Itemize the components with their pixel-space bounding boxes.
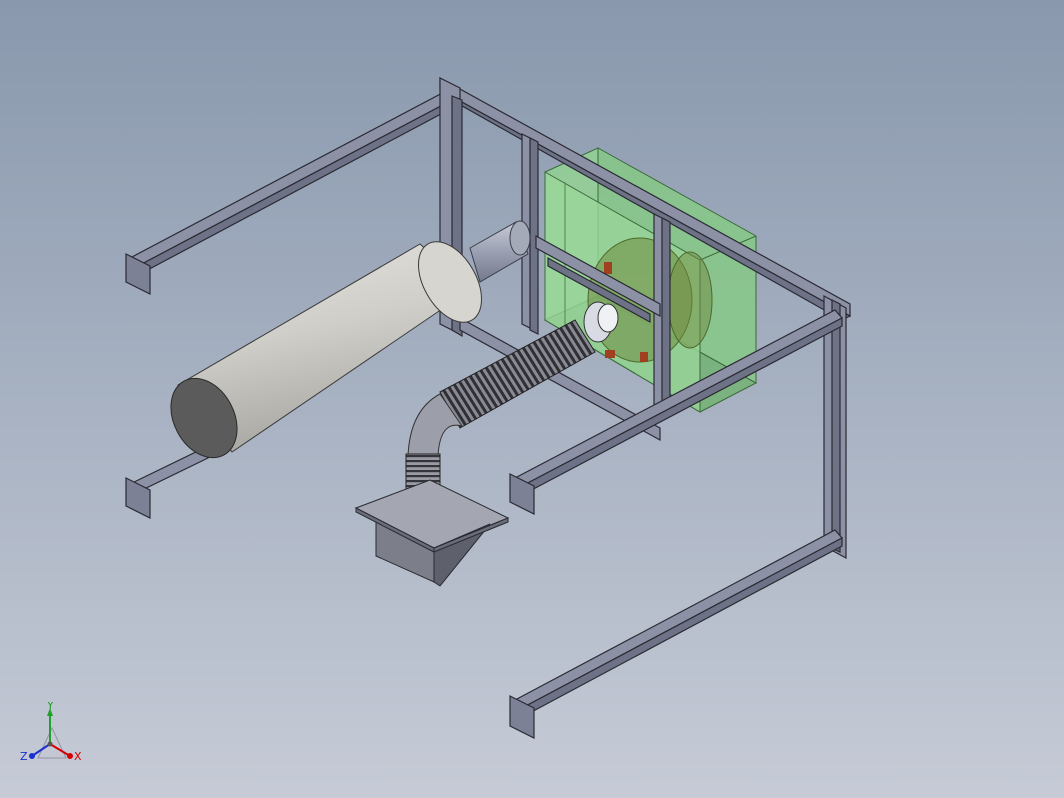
x-axis-label: X: [74, 750, 82, 763]
graphics-viewport[interactable]: Y X Z: [0, 0, 1064, 798]
cad-model[interactable]: [0, 0, 1064, 798]
y-axis-label: Y: [46, 702, 54, 712]
outlet-hopper[interactable]: [354, 479, 510, 587]
z-axis-label: Z: [20, 750, 28, 763]
silencer-cylinder[interactable]: [158, 231, 495, 469]
intake-pipe[interactable]: [469, 220, 531, 283]
orientation-triad: Y X Z: [18, 699, 88, 774]
